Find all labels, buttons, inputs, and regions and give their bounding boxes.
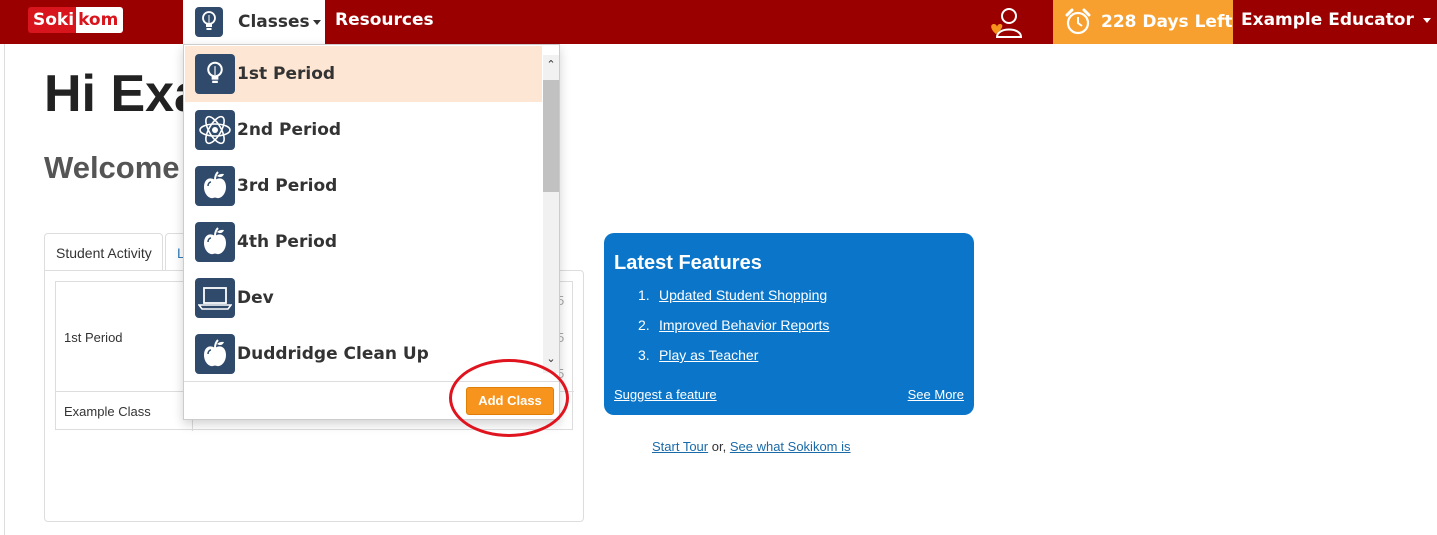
friends-icon[interactable]	[988, 6, 1023, 38]
dropdown-scrollbar[interactable]: ⌃ ⌄	[543, 55, 559, 373]
page-left-border	[4, 44, 5, 535]
user-name: Example Educator	[1241, 10, 1414, 30]
days-left-text: 228 Days Left	[1101, 12, 1233, 32]
sokikom-logo[interactable]: Soki kom	[28, 6, 124, 34]
latest-features-card: Latest Features 1. Updated Student Shoppi…	[604, 233, 974, 415]
chevron-down-icon	[312, 19, 321, 25]
feature-link[interactable]: Updated Student Shopping	[659, 287, 827, 317]
class-name: 2nd Period	[237, 120, 342, 140]
chevron-up-icon[interactable]: ⌃	[543, 57, 559, 73]
atom-icon	[195, 110, 235, 150]
list-item[interactable]: 3. Play as Teacher	[638, 347, 829, 377]
class-item-dev[interactable]: Dev	[185, 270, 542, 326]
class-name: 3rd Period	[237, 176, 338, 196]
highlight-circle	[449, 359, 569, 437]
user-menu[interactable]: Example Educator	[1241, 10, 1431, 30]
days-left-badge[interactable]: 228 Days Left	[1053, 0, 1233, 44]
laptop-icon	[195, 278, 235, 318]
see-what-sokikom-link[interactable]: See what Sokikom is	[730, 439, 851, 454]
logo-text-left: Soki	[28, 7, 77, 33]
class-item-2nd-period[interactable]: 2nd Period	[185, 102, 542, 158]
class-item-1st-period[interactable]: 1st Period	[185, 46, 542, 102]
logo-text-right: kom	[76, 7, 124, 33]
class-item-3rd-period[interactable]: 3rd Period	[185, 158, 542, 214]
row-label: Example Class	[64, 404, 151, 419]
tour-separator: or,	[711, 439, 727, 454]
class-name: 1st Period	[237, 64, 336, 84]
suggest-feature-link[interactable]: Suggest a feature	[614, 387, 717, 402]
start-tour-link[interactable]: Start Tour	[652, 439, 708, 454]
chevron-down-icon[interactable]: ⌄	[543, 351, 559, 367]
class-item-4th-period[interactable]: 4th Period	[185, 214, 542, 270]
list-item[interactable]: 1. Updated Student Shopping	[638, 287, 829, 317]
tab-student-activity[interactable]: Student Activity	[44, 233, 163, 271]
apple-icon	[195, 334, 235, 374]
lightbulb-icon	[195, 7, 223, 37]
lightbulb-icon	[195, 54, 235, 94]
row-label: 1st Period	[64, 330, 123, 345]
scrollbar-thumb[interactable]	[543, 80, 559, 192]
list-number: 2.	[638, 317, 650, 333]
list-number: 3.	[638, 347, 650, 363]
features-list: 1. Updated Student Shopping 2. Improved Be…	[638, 287, 829, 377]
top-navbar: Soki kom Classes Resources 228 Days Left …	[0, 0, 1437, 44]
features-title: Latest Features	[614, 252, 762, 274]
list-item[interactable]: 2. Improved Behavior Reports	[638, 317, 829, 347]
see-more-link[interactable]: See More	[908, 387, 964, 402]
apple-icon	[195, 166, 235, 206]
classes-menu-label: Classes	[238, 12, 310, 32]
classes-menu-button[interactable]: Classes	[183, 0, 325, 44]
page-greeting: Hi Exa	[44, 65, 203, 123]
class-name: Dev	[237, 288, 274, 308]
class-name: Duddridge Clean Up	[237, 344, 429, 364]
tour-links: Start Tour or, See what Sokikom is	[652, 439, 851, 454]
welcome-heading: Welcome	[44, 150, 180, 185]
feature-link[interactable]: Play as Teacher	[659, 347, 758, 377]
feature-link[interactable]: Improved Behavior Reports	[659, 317, 829, 347]
alarm-clock-icon	[1065, 8, 1091, 35]
resources-link[interactable]: Resources	[335, 10, 434, 30]
list-number: 1.	[638, 287, 650, 303]
chevron-down-icon	[1422, 17, 1431, 23]
apple-icon	[195, 222, 235, 262]
class-name: 4th Period	[237, 232, 338, 252]
